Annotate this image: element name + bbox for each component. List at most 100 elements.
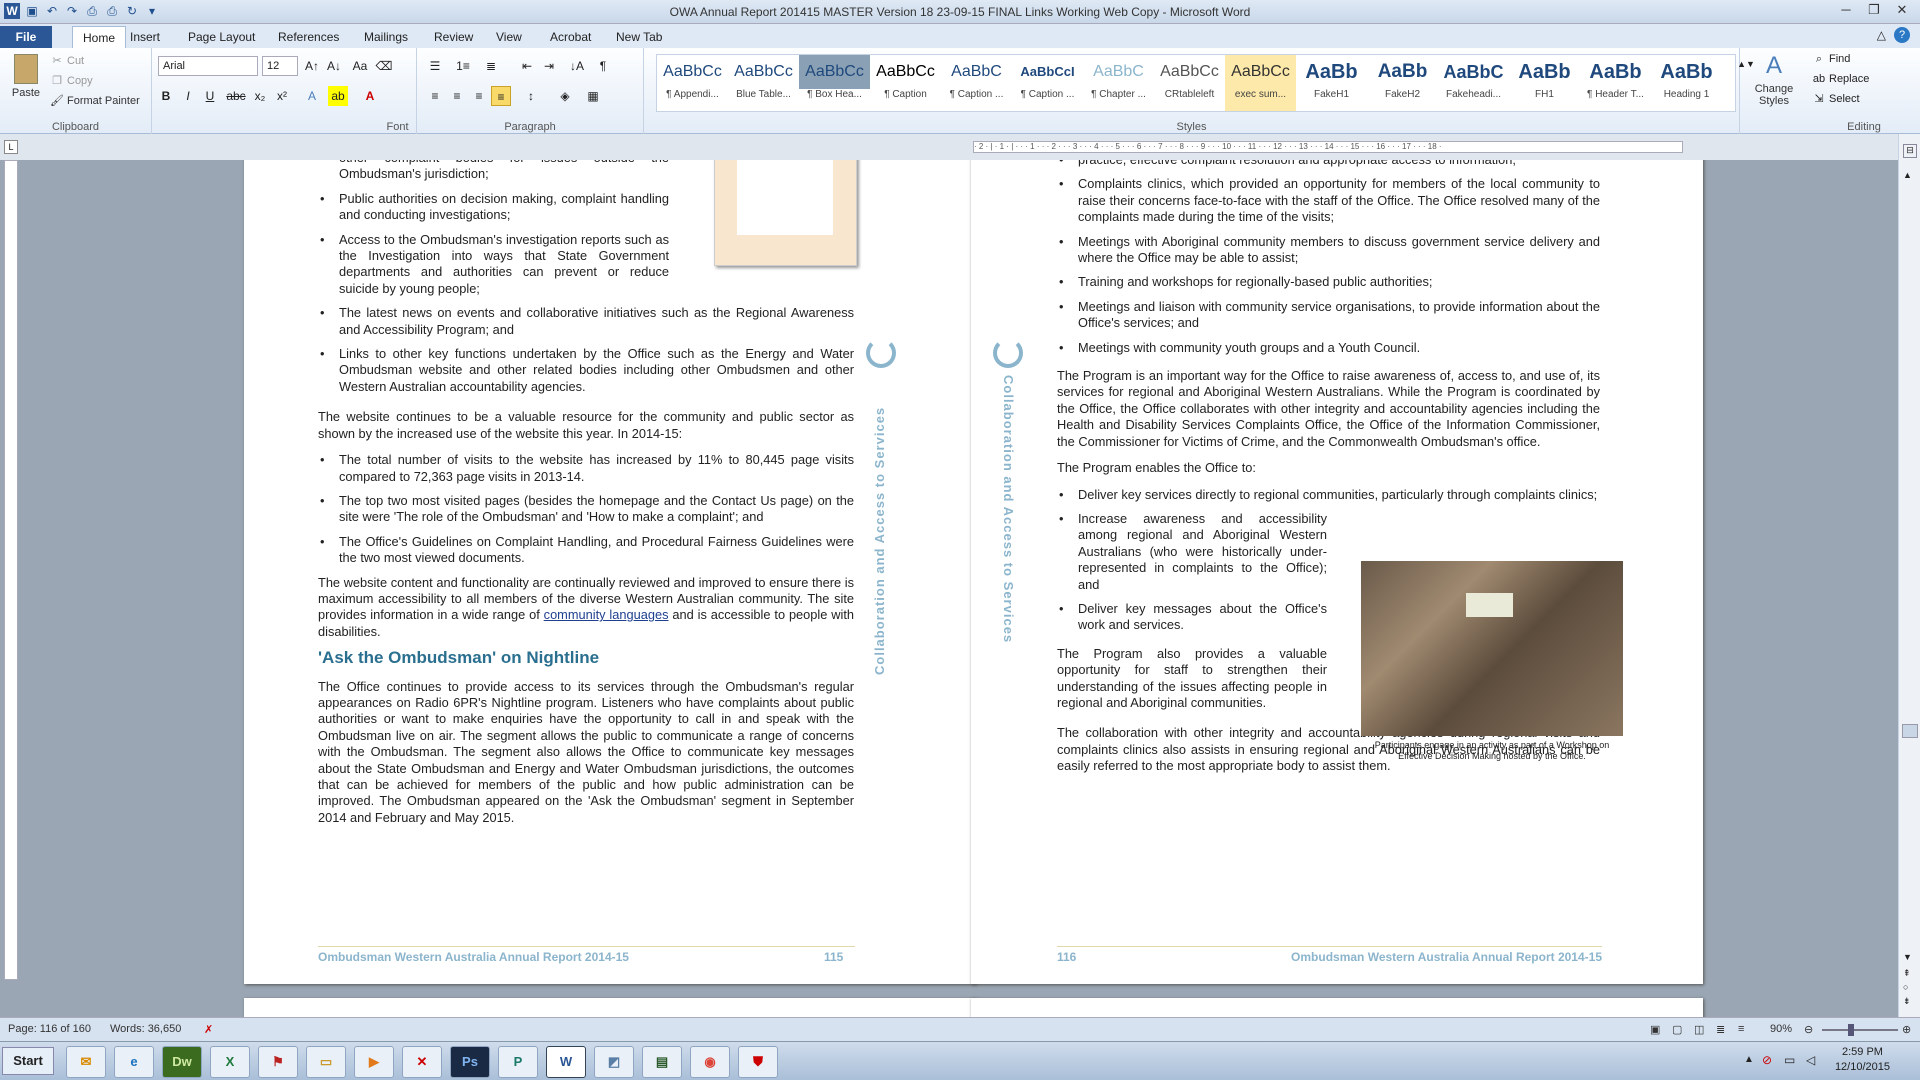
view-full-screen-icon[interactable]: ▢: [1672, 1023, 1682, 1036]
ruler-toggle-icon[interactable]: ⊟: [1903, 144, 1917, 158]
align-left-icon[interactable]: ≡: [425, 86, 445, 106]
zoom-out-icon[interactable]: ⊖: [1804, 1023, 1813, 1036]
tab-mailings[interactable]: Mailings: [354, 26, 418, 48]
xmind-icon[interactable]: ✕: [402, 1046, 442, 1078]
word-taskbar-icon[interactable]: W: [546, 1046, 586, 1078]
style-exec-summary[interactable]: AaBbCc exec sum...: [1225, 55, 1296, 111]
publisher-icon[interactable]: P: [498, 1046, 538, 1078]
zoom-level[interactable]: 90%: [1770, 1023, 1792, 1035]
style-fh1[interactable]: AaBb FH1: [1509, 55, 1580, 111]
minimize-button[interactable]: ─: [1832, 0, 1860, 20]
tab-selector-icon[interactable]: L: [4, 140, 18, 154]
tab-acrobat[interactable]: Acrobat: [540, 26, 601, 48]
dreamweaver-icon[interactable]: Dw: [162, 1046, 202, 1078]
multilevel-list-icon[interactable]: ≣: [481, 56, 501, 76]
numbering-icon[interactable]: 1≡: [453, 56, 473, 76]
paste-button[interactable]: Paste: [8, 54, 44, 99]
view-print-layout-icon[interactable]: ▣: [1650, 1023, 1660, 1036]
maximize-button[interactable]: ❐: [1860, 0, 1888, 20]
scroll-thumb[interactable]: [1902, 724, 1918, 738]
text-effects-icon[interactable]: A: [302, 86, 322, 106]
style-header-t[interactable]: AaBb ¶ Header T...: [1580, 55, 1651, 111]
scroll-down-icon[interactable]: ▼: [1903, 952, 1912, 962]
cut-button[interactable]: ✂ Cut: [50, 54, 84, 68]
format-painter-button[interactable]: 🖌 Format Painter: [50, 94, 140, 108]
chrome-icon[interactable]: ◉: [690, 1046, 730, 1078]
acrobat-pro-icon[interactable]: ⚑: [258, 1046, 298, 1078]
scroll-up-icon[interactable]: ▲: [1903, 170, 1912, 180]
style-caption-2[interactable]: AaBbC ¶ Caption ...: [941, 55, 1012, 111]
tab-view[interactable]: View: [486, 26, 532, 48]
next-page-icon[interactable]: ⇟: [1903, 996, 1911, 1007]
style-blue-table[interactable]: AaBbCc Blue Table...: [728, 55, 799, 111]
style-fakeh1[interactable]: AaBb FakeH1: [1296, 55, 1367, 111]
zoom-in-icon[interactable]: ⊕: [1902, 1023, 1911, 1036]
tab-review[interactable]: Review: [424, 26, 483, 48]
tray-volume-icon[interactable]: ◁: [1806, 1053, 1815, 1067]
zoom-slider[interactable]: [1822, 1029, 1898, 1031]
style-caption-3[interactable]: AaBbCcI ¶ Caption ...: [1012, 55, 1083, 111]
line-spacing-icon[interactable]: ↕: [521, 86, 541, 106]
change-case-icon[interactable]: Aa: [350, 56, 370, 76]
media-player-icon[interactable]: ▶: [354, 1046, 394, 1078]
find-button[interactable]: ⌕ Find: [1812, 52, 1851, 66]
copy-button[interactable]: ❐ Copy: [50, 74, 93, 88]
subscript-icon[interactable]: x₂: [250, 86, 270, 106]
style-box-heading[interactable]: AaBbCc ¶ Box Hea...: [799, 55, 870, 111]
italic-icon[interactable]: I: [178, 86, 198, 106]
tab-new-tab[interactable]: New Tab: [606, 26, 672, 48]
align-right-icon[interactable]: ≡: [469, 86, 489, 106]
shrink-font-icon[interactable]: A↓: [324, 56, 344, 76]
prev-page-icon[interactable]: ⇞: [1903, 968, 1911, 979]
view-outline-icon[interactable]: ≣: [1716, 1023, 1725, 1036]
photoshop-icon[interactable]: Ps: [450, 1046, 490, 1078]
network-icon[interactable]: ▤: [642, 1046, 682, 1078]
style-caption[interactable]: AaBbCc ¶ Caption: [870, 55, 941, 111]
tab-references[interactable]: References: [268, 26, 349, 48]
styles-scroll-icon[interactable]: ▲▼: [1736, 54, 1756, 74]
style-heading-1[interactable]: AaBb Heading 1: [1651, 55, 1722, 111]
highlight-icon[interactable]: ab: [328, 86, 348, 106]
vertical-ruler[interactable]: [4, 160, 18, 980]
show-formatting-icon[interactable]: ¶: [593, 56, 613, 76]
change-styles-button[interactable]: A Change Styles: [1754, 52, 1794, 107]
community-languages-link[interactable]: community languages: [544, 607, 669, 622]
tray-expand-icon[interactable]: ▲: [1744, 1054, 1754, 1065]
tab-home[interactable]: Home: [72, 26, 127, 48]
sort-icon[interactable]: ↓A: [567, 56, 587, 76]
vertical-scrollbar[interactable]: ⊟ ▲ ▼ ⇞ ○ ⇟: [1898, 134, 1920, 1017]
outlook-icon[interactable]: ✉: [66, 1046, 106, 1078]
borders-icon[interactable]: ▦: [583, 86, 603, 106]
align-center-icon[interactable]: ≡: [447, 86, 467, 106]
internet-explorer-icon[interactable]: e: [114, 1046, 154, 1078]
tab-file[interactable]: File: [0, 26, 52, 48]
style-crtableleft[interactable]: AaBbCc CRtableleft: [1154, 55, 1225, 111]
style-chapter[interactable]: AaBbC ¶ Chapter ...: [1083, 55, 1154, 111]
view-web-layout-icon[interactable]: ◫: [1694, 1023, 1704, 1036]
strikethrough-icon[interactable]: abc: [226, 86, 246, 106]
bullets-icon[interactable]: ☰: [425, 56, 445, 76]
font-color-icon[interactable]: A: [360, 86, 380, 106]
tray-network-icon[interactable]: ▭: [1784, 1053, 1795, 1067]
pdf-reader-icon[interactable]: ⛊: [738, 1046, 778, 1078]
zoom-slider-thumb[interactable]: [1848, 1024, 1854, 1036]
minimize-ribbon-icon[interactable]: △: [1877, 28, 1886, 42]
bold-icon[interactable]: B: [156, 86, 176, 106]
select-button[interactable]: ⇲ Select: [1812, 92, 1859, 106]
tab-page-layout[interactable]: Page Layout: [178, 26, 265, 48]
help-icon[interactable]: ?: [1894, 27, 1910, 43]
clock[interactable]: 2:59 PM 12/10/2015: [1835, 1045, 1890, 1075]
style-appendix[interactable]: AaBbCc ¶ Appendi...: [657, 55, 728, 111]
notes-icon[interactable]: ◩: [594, 1046, 634, 1078]
replace-button[interactable]: ab Replace: [1812, 72, 1869, 86]
file-explorer-icon[interactable]: ▭: [306, 1046, 346, 1078]
excel-icon[interactable]: X: [210, 1046, 250, 1078]
page-count[interactable]: Page: 116 of 160: [8, 1023, 91, 1035]
font-size-input[interactable]: 12: [262, 56, 298, 76]
word-count[interactable]: Words: 36,650: [110, 1023, 181, 1035]
style-fakeheading[interactable]: AaBbC Fakeheadi...: [1438, 55, 1509, 111]
start-button[interactable]: Start: [2, 1047, 54, 1075]
close-button[interactable]: ✕: [1888, 0, 1916, 20]
grow-font-icon[interactable]: A↑: [302, 56, 322, 76]
browse-object-icon[interactable]: ○: [1903, 982, 1908, 992]
